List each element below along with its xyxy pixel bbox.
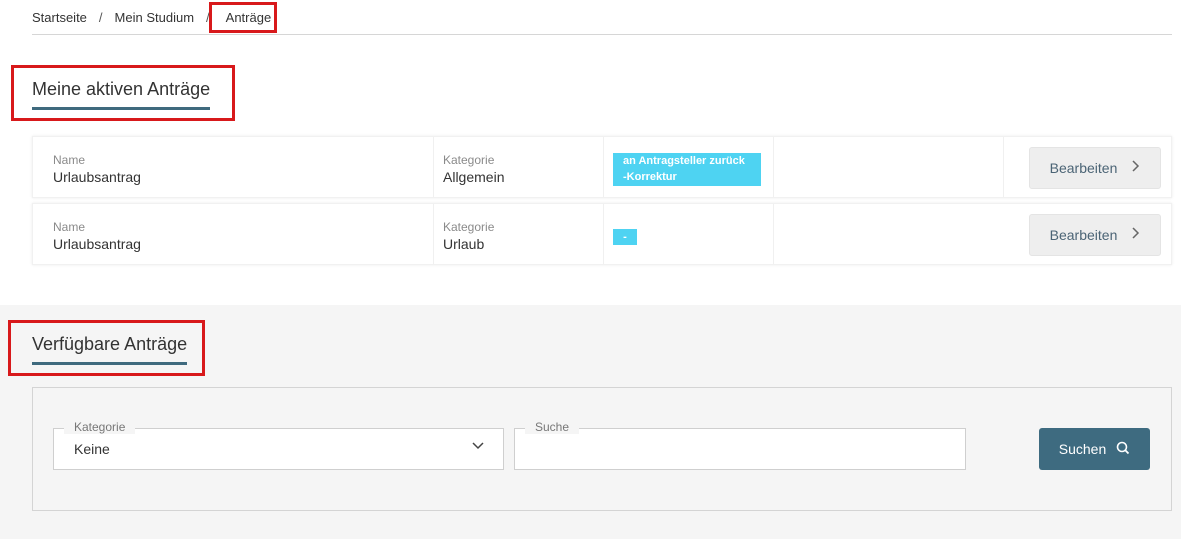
cell-divider	[1003, 137, 1004, 197]
status-line-1: an Antragsteller zurück	[623, 155, 745, 167]
edit-button[interactable]: Bearbeiten	[1029, 147, 1161, 189]
status-badge: -	[613, 229, 637, 245]
breadcrumb-home[interactable]: Startseite	[32, 10, 87, 25]
cell-divider	[433, 204, 434, 264]
edit-button-label: Bearbeiten	[1049, 227, 1118, 243]
search-input[interactable]: Suche	[514, 420, 966, 470]
status-line-2: -Korrektur	[623, 171, 677, 183]
cell-divider	[603, 204, 604, 264]
highlight-box-active-title	[11, 65, 235, 121]
category-label: Kategorie	[443, 220, 495, 234]
cell-divider	[433, 137, 434, 197]
cell-divider	[773, 204, 774, 264]
chevron-down-icon	[471, 439, 485, 458]
edit-button[interactable]: Bearbeiten	[1029, 214, 1161, 256]
category-select-value: Keine	[74, 441, 110, 457]
request-card: Name Urlaubsantrag Kategorie Urlaub - Be…	[32, 203, 1172, 265]
name-value: Urlaubsantrag	[53, 169, 141, 185]
status-badge: an Antragsteller zurück -Korrektur	[613, 153, 761, 186]
breadcrumb-separator: /	[98, 10, 103, 25]
highlight-box-breadcrumb	[209, 2, 277, 33]
search-input-legend: Suche	[525, 420, 580, 434]
status-line-1: -	[623, 231, 627, 243]
search-icon	[1116, 441, 1130, 458]
name-label: Name	[53, 153, 86, 167]
category-select[interactable]: Kategorie Keine	[53, 420, 504, 470]
category-value: Urlaub	[443, 236, 485, 252]
category-select-legend: Kategorie	[64, 420, 136, 434]
breadcrumb-divider	[32, 34, 1172, 35]
name-value: Urlaubsantrag	[53, 236, 141, 252]
highlight-box-available-title	[8, 320, 205, 376]
cell-divider	[773, 137, 774, 197]
edit-button-label: Bearbeiten	[1049, 160, 1118, 176]
breadcrumb-my-studies[interactable]: Mein Studium	[115, 10, 194, 25]
search-button[interactable]: Suchen	[1039, 428, 1150, 470]
cell-divider	[603, 137, 604, 197]
name-label: Name	[53, 220, 86, 234]
chevron-right-icon	[1131, 159, 1140, 177]
chevron-right-icon	[1131, 226, 1140, 244]
search-button-label: Suchen	[1058, 441, 1107, 457]
request-card: Name Urlaubsantrag Kategorie Allgemein a…	[32, 136, 1172, 198]
category-label: Kategorie	[443, 153, 495, 167]
category-value: Allgemein	[443, 169, 505, 185]
